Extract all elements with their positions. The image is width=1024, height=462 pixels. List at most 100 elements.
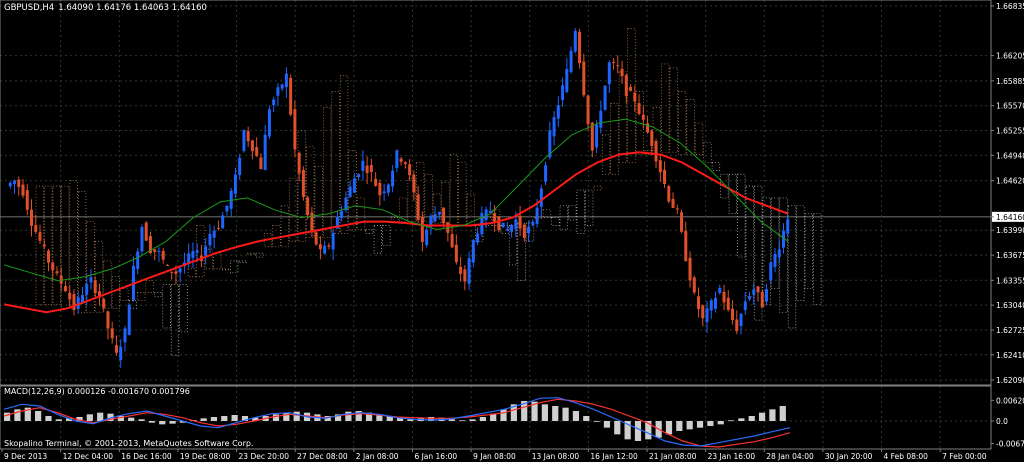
bull-candle[interactable] <box>433 214 437 222</box>
bull-candle[interactable] <box>752 289 756 295</box>
bull-candle[interactable] <box>595 124 599 148</box>
bear-candle[interactable] <box>72 294 76 310</box>
bear-candle[interactable] <box>663 169 667 184</box>
bear-candle[interactable] <box>63 286 67 292</box>
bull-candle[interactable] <box>195 250 199 253</box>
bear-candle[interactable] <box>722 291 726 303</box>
bear-candle[interactable] <box>582 61 586 96</box>
bull-candle[interactable] <box>263 134 267 170</box>
bull-candle[interactable] <box>765 289 769 302</box>
bull-candle[interactable] <box>467 258 471 284</box>
bear-candle[interactable] <box>735 319 739 331</box>
bull-candle[interactable] <box>204 246 208 256</box>
bear-candle[interactable] <box>259 157 263 170</box>
bear-candle[interactable] <box>731 308 735 321</box>
bear-candle[interactable] <box>493 213 497 223</box>
bull-candle[interactable] <box>425 229 429 245</box>
bear-candle[interactable] <box>174 271 178 274</box>
bear-candle[interactable] <box>637 103 641 114</box>
bull-candle[interactable] <box>786 219 790 234</box>
bull-candle[interactable] <box>140 226 144 252</box>
bear-candle[interactable] <box>697 296 701 310</box>
bear-candle[interactable] <box>110 328 114 339</box>
bear-candle[interactable] <box>633 92 637 102</box>
bear-candle[interactable] <box>629 87 633 91</box>
bull-candle[interactable] <box>471 240 475 263</box>
bull-candle[interactable] <box>769 262 773 281</box>
bear-candle[interactable] <box>38 232 42 241</box>
bear-candle[interactable] <box>42 244 46 247</box>
bear-candle[interactable] <box>671 198 675 208</box>
bull-candle[interactable] <box>535 207 539 224</box>
bear-candle[interactable] <box>153 249 157 252</box>
bear-candle[interactable] <box>667 186 671 202</box>
bear-candle[interactable] <box>680 212 684 232</box>
bear-candle[interactable] <box>46 250 50 263</box>
bear-candle[interactable] <box>408 164 412 176</box>
bull-candle[interactable] <box>599 110 603 128</box>
trading-chart[interactable]: 1.66835 1.66205 1.65885 1.65570 1.65255 1.649… <box>0 0 1024 462</box>
bear-candle[interactable] <box>412 174 416 193</box>
bear-candle[interactable] <box>374 178 378 186</box>
bull-candle[interactable] <box>539 188 543 207</box>
bear-candle[interactable] <box>420 216 424 242</box>
bear-candle[interactable] <box>616 65 620 67</box>
bull-candle[interactable] <box>348 186 352 198</box>
bull-candle[interactable] <box>136 251 140 269</box>
bear-candle[interactable] <box>450 234 454 248</box>
bear-candle[interactable] <box>692 277 696 293</box>
bear-candle[interactable] <box>586 95 590 125</box>
bear-candle[interactable] <box>378 182 382 196</box>
bear-candle[interactable] <box>297 152 301 174</box>
bear-candle[interactable] <box>658 160 662 173</box>
bull-candle[interactable] <box>556 105 560 119</box>
bull-candle[interactable] <box>12 180 16 184</box>
bull-candle[interactable] <box>89 277 93 283</box>
bear-candle[interactable] <box>289 77 293 115</box>
bear-candle[interactable] <box>403 162 407 165</box>
bull-candle[interactable] <box>514 219 518 230</box>
bull-candle[interactable] <box>238 157 242 176</box>
bull-candle[interactable] <box>544 165 548 182</box>
bull-candle[interactable] <box>714 297 718 309</box>
bull-candle[interactable] <box>284 73 288 88</box>
bull-candle[interactable] <box>352 178 356 193</box>
bull-candle[interactable] <box>501 222 505 228</box>
bull-candle[interactable] <box>280 84 284 89</box>
bear-candle[interactable] <box>760 291 764 308</box>
bull-candle[interactable] <box>187 253 191 263</box>
bear-candle[interactable] <box>365 165 369 174</box>
bull-candle[interactable] <box>323 245 327 254</box>
bull-candle[interactable] <box>743 301 747 311</box>
bull-candle[interactable] <box>569 50 573 73</box>
bull-candle[interactable] <box>552 117 556 137</box>
bull-candle[interactable] <box>272 99 276 106</box>
bull-candle[interactable] <box>119 347 123 361</box>
bear-candle[interactable] <box>314 232 318 245</box>
bear-candle[interactable] <box>612 61 616 63</box>
bear-candle[interactable] <box>161 251 165 260</box>
bear-candle[interactable] <box>68 292 72 300</box>
bear-candle[interactable] <box>255 147 259 157</box>
bear-candle[interactable] <box>25 189 29 210</box>
bear-candle[interactable] <box>165 264 169 266</box>
bull-candle[interactable] <box>191 251 195 258</box>
bear-candle[interactable] <box>675 208 679 210</box>
bull-candle[interactable] <box>531 221 535 226</box>
bear-candle[interactable] <box>624 75 628 97</box>
bull-candle[interactable] <box>361 160 365 171</box>
bull-candle[interactable] <box>386 184 390 193</box>
bull-candle[interactable] <box>225 205 229 212</box>
bear-candle[interactable] <box>518 215 522 229</box>
bear-candle[interactable] <box>250 140 254 152</box>
bull-candle[interactable] <box>391 170 395 187</box>
bear-candle[interactable] <box>454 244 458 263</box>
bull-candle[interactable] <box>340 211 344 218</box>
bull-candle[interactable] <box>8 182 12 187</box>
bull-candle[interactable] <box>395 150 399 169</box>
bear-candle[interactable] <box>34 225 38 232</box>
bull-candle[interactable] <box>127 304 131 336</box>
bear-candle[interactable] <box>701 305 705 319</box>
bull-candle[interactable] <box>773 253 777 267</box>
bull-candle[interactable] <box>603 85 607 110</box>
